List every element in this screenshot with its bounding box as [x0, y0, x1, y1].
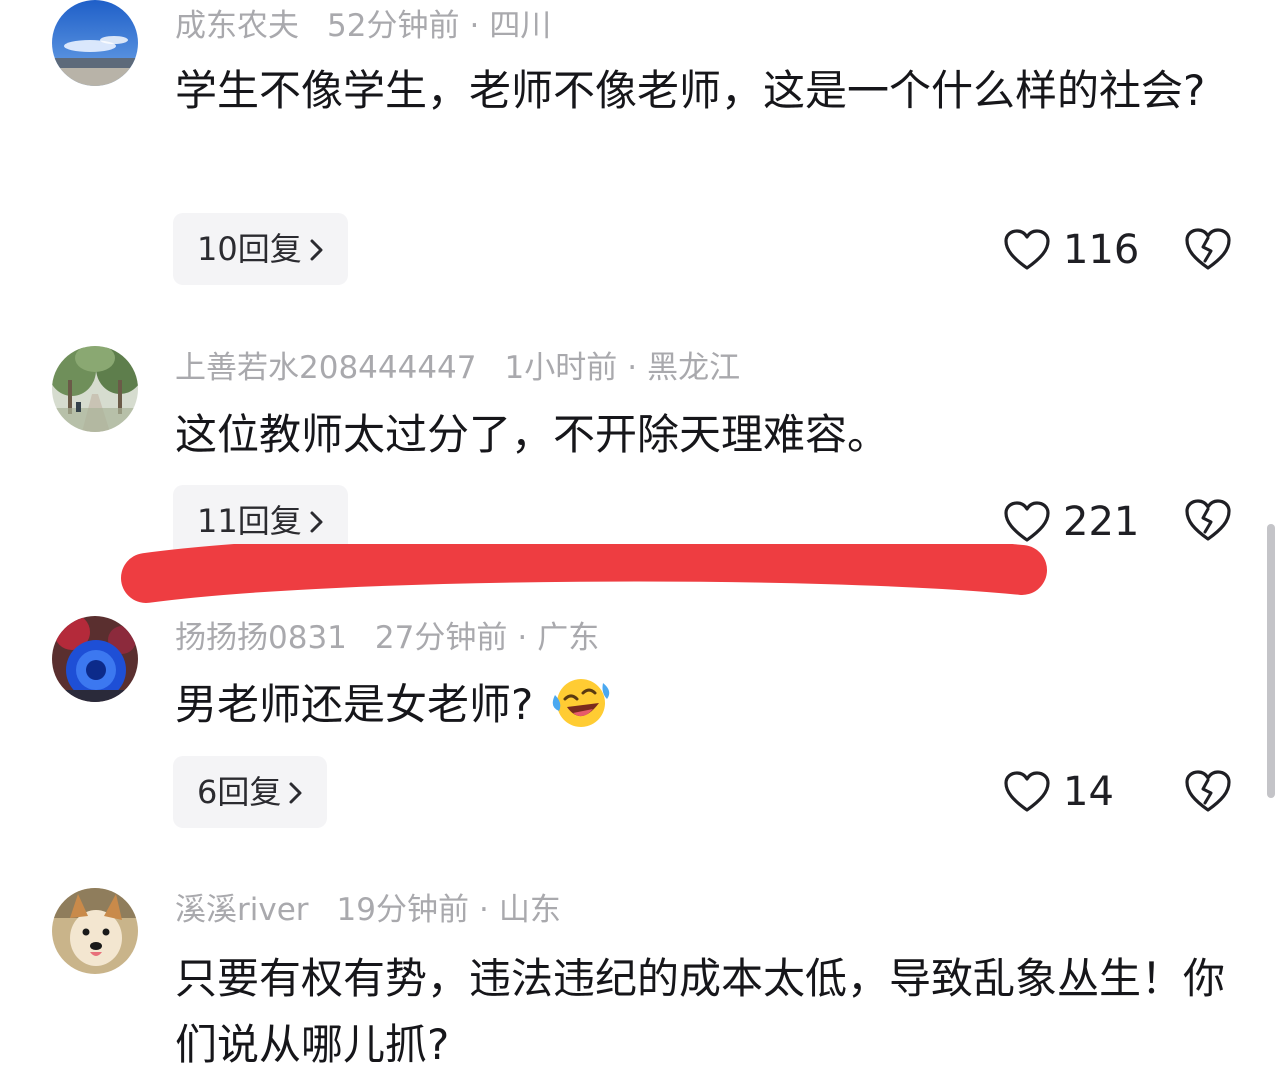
- comment-location: 黑龙江: [647, 350, 741, 386]
- tree-path-avatar-icon: [52, 346, 138, 432]
- comment-meta: 扬扬扬0831 27分钟前 · 广东: [175, 618, 599, 658]
- laughing-crying-emoji-icon: [553, 679, 610, 727]
- username[interactable]: 溪溪river: [175, 892, 309, 928]
- chevron-right-icon: [310, 511, 323, 533]
- like-count: 116: [1063, 227, 1140, 273]
- broken-heart-icon: [1185, 499, 1231, 541]
- dislike-button[interactable]: [1183, 768, 1233, 818]
- comment-time: 52分钟前: [327, 8, 460, 44]
- like-button[interactable]: 14: [1003, 764, 1114, 820]
- meta-separator: ·: [627, 350, 638, 386]
- comment-time: 19分钟前: [336, 892, 469, 928]
- comment-meta: 成东农夫 52分钟前 · 四川: [175, 6, 551, 46]
- broken-heart-icon: [1185, 228, 1231, 270]
- user-avatar[interactable]: [52, 888, 138, 974]
- comment-location: 山东: [498, 892, 561, 928]
- like-button[interactable]: 116: [1003, 222, 1139, 278]
- replies-button[interactable]: 11回复: [173, 485, 348, 557]
- dislike-button[interactable]: [1183, 226, 1233, 276]
- comment-text: 学生不像学生，老师不像老师，这是一个什么样的社会?: [175, 66, 1206, 115]
- comment-text: 这位教师太过分了，不开除天理难容。: [175, 410, 890, 459]
- comment-location: 四川: [489, 8, 552, 44]
- meta-separator: ·: [478, 892, 489, 928]
- username[interactable]: 扬扬扬0831: [175, 620, 347, 656]
- user-avatar[interactable]: [52, 346, 138, 432]
- comment-time: 27分钟前: [374, 620, 508, 656]
- dislike-button[interactable]: [1183, 497, 1233, 547]
- like-count: 14: [1063, 769, 1114, 815]
- comment-meta: 溪溪river 19分钟前 · 山东: [175, 890, 561, 930]
- replies-label: 6回复: [197, 773, 282, 811]
- comment-text-content: 男老师还是女老师?: [175, 680, 534, 729]
- comment-time: 1小时前: [504, 350, 618, 386]
- user-avatar[interactable]: [52, 616, 138, 702]
- comment-meta: 上善若水208444447 1小时前 · 黑龙江: [175, 348, 740, 388]
- meta-separator: ·: [469, 8, 480, 44]
- sky-landscape-avatar-icon: [52, 0, 138, 86]
- scrollbar[interactable]: [1267, 524, 1275, 798]
- chevron-right-icon: [310, 239, 323, 261]
- heart-outline-icon: [1004, 229, 1050, 270]
- like-button[interactable]: 221: [1003, 494, 1139, 550]
- comment-location: 广东: [537, 620, 600, 656]
- dog-avatar-icon: [52, 888, 138, 974]
- heart-outline-icon: [1004, 771, 1050, 812]
- comment-text: 男老师还是女老师?: [175, 672, 1235, 738]
- username[interactable]: 成东农夫: [175, 8, 299, 44]
- user-avatar[interactable]: [52, 0, 138, 86]
- replies-label: 10回复: [197, 230, 302, 268]
- heart-outline-icon: [1004, 501, 1050, 542]
- meta-separator: ·: [517, 620, 528, 656]
- username[interactable]: 上善若水208444447: [175, 350, 477, 386]
- replies-button[interactable]: 6回复: [173, 756, 328, 828]
- replies-button[interactable]: 10回复: [173, 213, 348, 285]
- replies-label: 11回复: [197, 502, 302, 540]
- broken-heart-icon: [1185, 770, 1231, 812]
- chevron-right-icon: [289, 782, 302, 804]
- like-count: 221: [1063, 499, 1140, 545]
- comment-text: 只要有权有势，违法违纪的成本太低，导致乱象丛生！你们说从哪儿抓?: [175, 954, 1226, 1069]
- blue-flower-avatar-icon: [52, 616, 138, 702]
